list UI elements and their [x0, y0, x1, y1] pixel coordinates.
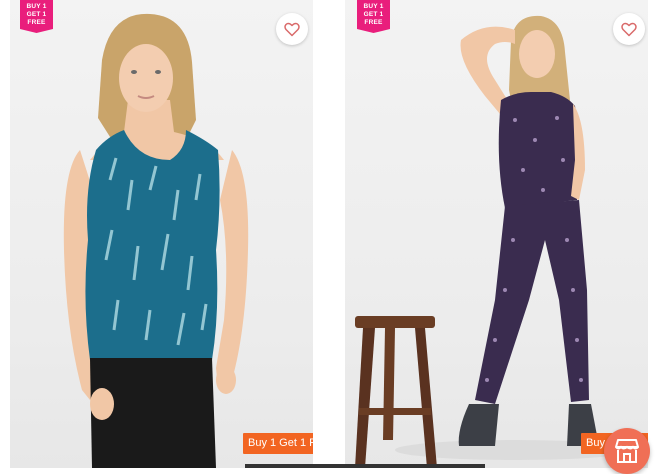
product-card[interactable]: BUY 1 GET 1 FREE Buy 1 Get 1 Free	[10, 0, 313, 468]
product-image[interactable]	[345, 0, 648, 468]
offer-tag-line: BUY 1	[26, 3, 47, 10]
offer-tag-line: FREE	[364, 19, 383, 26]
offer-tag-line: BUY 1	[363, 3, 384, 10]
product-card[interactable]: BUY 1 GET 1 FREE Buy 1 Get 1 Free	[345, 0, 648, 468]
offer-tag: BUY 1 GET 1 FREE	[357, 0, 390, 33]
store-button[interactable]	[604, 428, 650, 474]
store-icon	[615, 439, 639, 463]
wishlist-button[interactable]	[613, 13, 645, 45]
grid-gutter	[321, 0, 337, 468]
horizontal-scrollbar[interactable]	[245, 464, 485, 468]
offer-tag-line: GET 1	[26, 11, 47, 18]
heart-outline-icon	[621, 22, 637, 36]
offer-tag: BUY 1 GET 1 FREE	[20, 0, 53, 33]
product-image[interactable]	[10, 0, 313, 468]
offer-tag-line: FREE	[27, 19, 46, 26]
heart-outline-icon	[284, 22, 300, 36]
wishlist-button[interactable]	[276, 13, 308, 45]
offer-tag-line: GET 1	[363, 11, 384, 18]
offer-badge: Buy 1 Get 1 Free	[243, 433, 313, 454]
product-grid: BUY 1 GET 1 FREE Buy 1 Get 1 Free	[0, 0, 656, 474]
